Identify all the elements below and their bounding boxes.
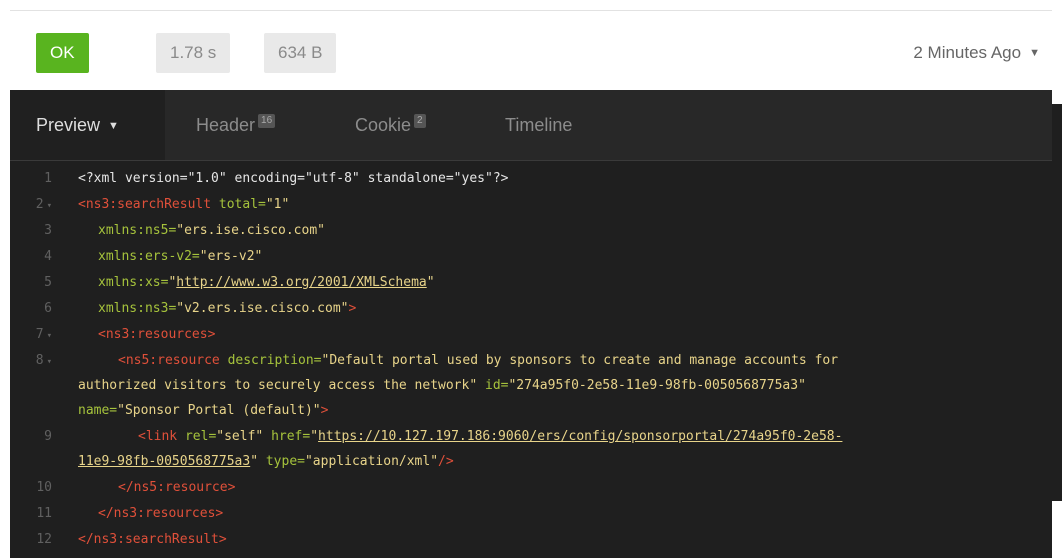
chevron-down-icon: ▼ [1029,47,1040,59]
line-number: 4 [44,249,52,264]
code-line: </ns3:searchResult> [78,532,227,547]
line-number: 3 [44,223,52,238]
href-link-cont[interactable]: 11e9-98fb-0050568775a3 [78,454,250,469]
tab-cookie[interactable]: Cookie 2 [355,90,426,160]
line-number: 9 [44,429,52,444]
count-badge: 2 [414,114,426,128]
response-panel: Preview ▼ Header 16 Cookie 2 Timeline 1 2 ▾ … [10,90,1052,558]
response-pane: 200OK 1.78 s 634 B 2 Minutes Ago ▼ Previe… [10,10,1062,558]
code-line: <ns3:searchResult total="1" [78,197,290,212]
fold-arrow-icon[interactable]: ▾ [47,331,52,341]
code-line: xmlns:ns3="v2.ers.ise.cisco.com"> [98,301,357,316]
code-line: xmlns:ns5="ers.ise.cisco.com" [98,223,325,238]
schema-link[interactable]: http://www.w3.org/2001/XMLSchema [176,275,426,290]
status-text: OK [50,43,75,62]
code-line: name="Sponsor Portal (default)"> [78,403,329,418]
fold-arrow-icon[interactable]: ▾ [47,201,52,211]
response-time-badge: 1.78 s [156,33,231,73]
code-line: <ns5:resource description="Default porta… [118,353,839,368]
tab-label: Preview [36,115,101,135]
code-line: xmlns:ers-v2="ers-v2" [98,249,263,264]
code-line: <ns3:resources> [98,327,216,342]
tab-label: Header [196,115,256,135]
tab-header[interactable]: Header 16 [196,90,276,160]
href-link[interactable]: https://10.127.197.186:9060/ers/config/s… [318,429,842,444]
response-meta-bar: 200OK 1.78 s 634 B 2 Minutes Ago ▼ [10,10,1062,501]
tab-label: Timeline [505,115,573,135]
line-number: 1 [44,171,52,186]
code-line: <?xml version="1.0" encoding="utf-8" sta… [78,171,509,186]
code-viewer[interactable]: 1 2 ▾ 3 4 5 6 7 ▾ 8 ▾ 9 10 11 12 <?xml vers… [10,161,1052,558]
response-size-badge: 634 B [264,33,337,73]
code-line: <link rel="self" href="https://10.127.19… [138,429,843,444]
line-number: 7 ▾ [35,327,52,342]
tab-timeline[interactable]: Timeline [505,90,572,160]
line-number: 6 [44,301,52,316]
fold-arrow-icon[interactable]: ▾ [47,357,52,367]
line-number: 5 [44,275,52,290]
code-line: </ns3:resources> [98,506,224,521]
code-line: 11e9-98fb-0050568775a3" type="applicatio… [78,454,454,469]
response-tabs: Preview ▼ Header 16 Cookie 2 Timeline [10,90,1052,161]
history-dropdown[interactable]: 2 Minutes Ago ▼ [913,33,1040,73]
line-number: 8 ▾ [35,353,52,368]
line-number: 2 ▾ [35,197,52,212]
tab-preview[interactable]: Preview ▼ [10,90,165,160]
code-line: </ns5:resource> [118,480,236,495]
line-number: 10 [36,480,52,495]
code-line: authorized visitors to securely access t… [78,378,806,393]
received-time: 2 Minutes Ago [913,43,1022,62]
line-number: 11 [36,506,52,521]
count-badge: 16 [258,114,276,128]
status-badge: 200OK [36,33,1062,501]
line-number: 12 [36,532,52,547]
tab-label: Cookie [355,115,412,135]
chevron-down-icon: ▼ [108,120,119,132]
code-line: xmlns:xs="http://www.w3.org/2001/XMLSche… [98,275,435,290]
